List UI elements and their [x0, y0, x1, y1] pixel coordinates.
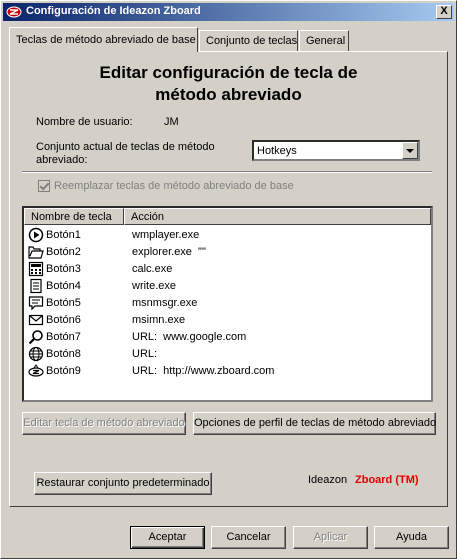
close-icon: X [440, 5, 448, 17]
play-icon [28, 227, 44, 243]
page-title-line2: método abreviado [155, 85, 302, 104]
list-item[interactable]: Botón6 msimn.exe [24, 312, 431, 329]
replace-base-hotkeys-option: Reemplazar teclas de método abreviado de… [38, 180, 294, 193]
username-label: Nombre de usuario: [36, 116, 133, 128]
list-item[interactable]: Botón7 URL: www.google.com [24, 329, 431, 346]
chevron-down-icon[interactable] [402, 142, 418, 159]
title-bar[interactable]: Configuración de Ideazon Zboard X [3, 3, 454, 21]
keyset-label-line1: Conjunto actual de teclas de método [36, 141, 215, 153]
ok-button[interactable]: Aceptar [130, 526, 205, 549]
key-name: Botón9 [46, 365, 81, 377]
key-name: Botón7 [46, 331, 81, 343]
apply-button[interactable]: Aplicar [293, 526, 368, 549]
replace-base-hotkeys-checkbox [38, 180, 50, 193]
key-action: URL: [132, 348, 158, 360]
key-action: calc.exe [132, 263, 173, 275]
help-button[interactable]: Ayuda [374, 526, 449, 549]
list-item[interactable]: Botón8 URL: [24, 346, 431, 363]
key-name: Botón6 [46, 314, 81, 326]
cancel-button[interactable]: Cancelar [211, 526, 286, 549]
column-header-action[interactable]: Acción [124, 208, 431, 225]
list-item[interactable]: Botón2 explorer.exe "" [24, 244, 431, 261]
key-action: wmplayer.exe [132, 229, 200, 241]
brand-company: Ideazon [308, 474, 348, 486]
list-item[interactable]: Botón5 msnmsgr.exe [24, 295, 431, 312]
key-action: write.exe [132, 280, 177, 292]
page-title: Editar configuración de tecla de método … [10, 62, 447, 106]
chat-icon [28, 296, 44, 311]
folder-icon [28, 246, 44, 259]
hotkey-list[interactable]: Nombre de tecla Acción Botón1 wmplayer.e… [22, 206, 433, 402]
key-name: Botón5 [46, 297, 81, 309]
dialog-window: Configuración de Ideazon Zboard X Teclas… [0, 0, 457, 559]
page-title-line1: Editar configuración de tecla de [99, 63, 358, 82]
edit-hotkey-button[interactable]: Editar tecla de método abreviado [22, 412, 186, 435]
key-name: Botón2 [46, 246, 81, 258]
tab-key-set[interactable]: Conjunto de teclas [199, 30, 298, 51]
replace-base-hotkeys-label: Reemplazar teclas de método abreviado de… [54, 180, 294, 192]
list-item[interactable]: Botón4 write.exe [24, 278, 431, 295]
tab-general[interactable]: General [299, 30, 349, 51]
key-name: Botón8 [46, 348, 81, 360]
mail-icon [28, 314, 44, 326]
tab-label: General [306, 35, 346, 47]
tab-label: Conjunto de teclas [206, 35, 298, 47]
close-button[interactable]: X [436, 5, 452, 19]
keyset-select-value: Hotkeys [257, 145, 297, 157]
divider [22, 171, 432, 173]
username-value: JM [164, 116, 179, 128]
globe-icon [28, 346, 44, 362]
document-icon [30, 278, 42, 294]
list-item[interactable]: Botón9 URL: http://www.zboard.com [24, 363, 431, 380]
profile-options-button[interactable]: Opciones de perfil de teclas de método a… [193, 412, 436, 435]
restore-default-button[interactable]: Restaurar conjunto predeterminado [34, 472, 212, 495]
tab-label: Teclas de método abreviado de base [16, 34, 196, 46]
list-item[interactable]: Botón3 calc.exe [24, 261, 431, 278]
calculator-icon [28, 261, 44, 277]
zboard-logo-icon [6, 6, 22, 18]
search-icon [28, 330, 43, 345]
key-action: URL: www.google.com [132, 331, 247, 343]
window-title: Configuración de Ideazon Zboard [26, 5, 201, 17]
key-action: msimn.exe [132, 314, 186, 326]
key-action: explorer.exe "" [132, 246, 206, 258]
key-name: Botón1 [46, 229, 81, 241]
tab-base-hotkeys[interactable]: Teclas de método abreviado de base [9, 27, 198, 52]
zboard-icon [28, 364, 44, 377]
tab-panel: Editar configuración de tecla de método … [9, 51, 448, 507]
brand-product: Zboard (TM) [355, 474, 419, 486]
key-action: URL: http://www.zboard.com [132, 365, 275, 377]
key-name: Botón3 [46, 263, 81, 275]
column-header-key-name[interactable]: Nombre de tecla [24, 208, 124, 225]
keyset-label-line2: abreviado: [36, 154, 88, 166]
key-name: Botón4 [46, 280, 81, 292]
keyset-select[interactable]: Hotkeys [252, 140, 420, 161]
list-item[interactable]: Botón1 wmplayer.exe [24, 227, 431, 244]
list-header: Nombre de tecla Acción [24, 208, 431, 225]
key-action: msnmsgr.exe [132, 297, 198, 309]
